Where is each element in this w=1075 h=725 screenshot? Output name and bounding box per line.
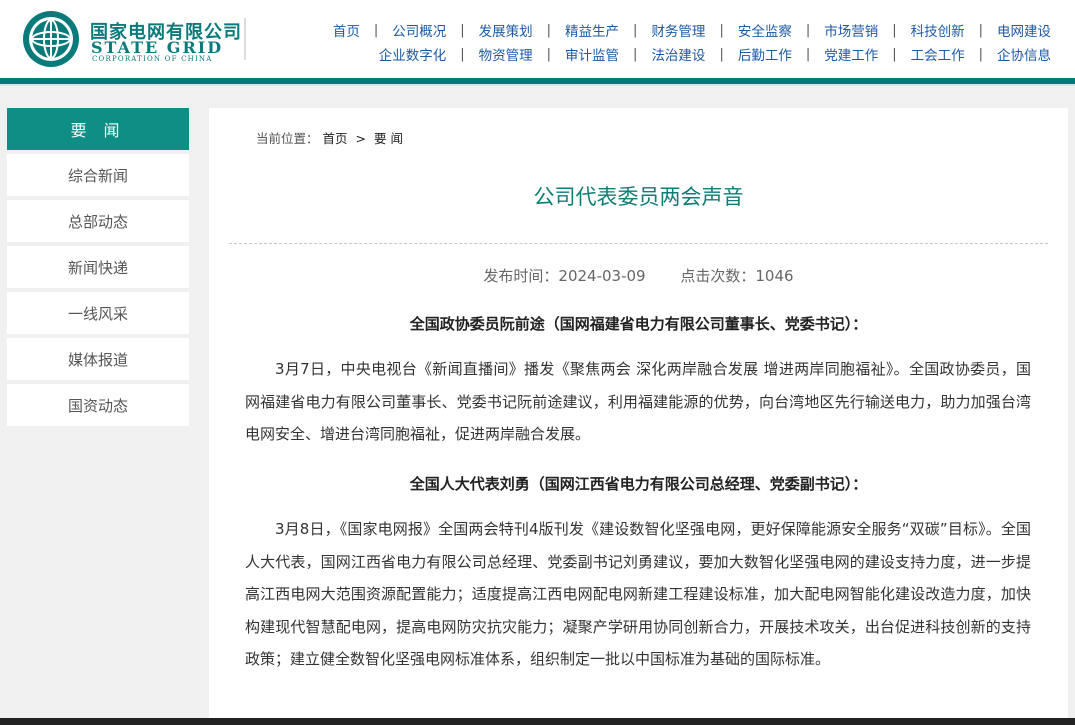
nav-separator: | xyxy=(373,22,379,38)
article-title: 公司代表委员两会声音 xyxy=(533,185,744,209)
nav-item-company-overview[interactable]: 公司概况 xyxy=(392,20,446,40)
main-nav-row-1: 首页 | 公司概况 | 发展策划 | 精益生产 | 财务管理 | 安全监察 | … xyxy=(333,20,1051,41)
nav-separator: | xyxy=(546,22,552,38)
nav-item-digitalization[interactable]: 企业数字化 xyxy=(379,44,447,64)
section-heading-2: 全国人大代表刘勇（国网江西省电力有限公司总经理、党委副书记）： xyxy=(409,475,868,493)
nav-separator: | xyxy=(719,46,724,62)
sidebar-item-frontline[interactable]: 一线风采 xyxy=(7,292,189,334)
section-heading-1: 全国政协委员阮前途（国网福建省电力有限公司董事长、党委书记）： xyxy=(409,315,868,333)
view-count: 点击次数：1046 xyxy=(680,267,794,285)
article-meta: 发布时间：2024-03-09 点击次数：1046 xyxy=(209,265,1068,286)
breadcrumb-arrow: > xyxy=(355,131,366,146)
logo-subtitle: CORPORATION OF CHINA xyxy=(92,55,213,63)
section-body-2: 3月8日，《国家电网报》全国两会特刊4版刊发《建设数智化坚强电网，更好保障能源安… xyxy=(245,520,1031,668)
sidebar: 要 闻 综合新闻 总部动态 新闻快递 一线风采 媒体报道 国资动态 xyxy=(7,108,189,430)
breadcrumb-home-link[interactable]: 首页 xyxy=(323,131,348,146)
sidebar-item-hq-updates[interactable]: 总部动态 xyxy=(7,200,189,242)
nav-item-home[interactable]: 首页 xyxy=(333,20,360,40)
nav-separator: | xyxy=(892,22,897,38)
section-body-1: 3月7日，中央电视台《新闻直播间》播发《聚焦两会 深化两岸融合发展 增进两岸同胞… xyxy=(245,360,1031,443)
nav-separator: | xyxy=(805,46,811,62)
nav-separator: | xyxy=(978,22,983,38)
nav-item-finance[interactable]: 财务管理 xyxy=(651,20,705,40)
sidebar-item-general-news[interactable]: 综合新闻 xyxy=(7,154,189,196)
publish-date: 发布时间：2024-03-09 xyxy=(483,267,646,285)
nav-item-safety-supervision[interactable]: 安全监察 xyxy=(738,20,792,40)
breadcrumb-prefix: 当前位置： xyxy=(256,131,319,146)
nav-item-innovation[interactable]: 科技创新 xyxy=(911,20,965,40)
nav-item-development-planning[interactable]: 发展策划 xyxy=(479,20,533,40)
nav-item-rule-of-law[interactable]: 法治建设 xyxy=(651,44,705,64)
nav-item-party-building[interactable]: 党建工作 xyxy=(824,44,878,64)
logo-divider xyxy=(244,18,246,60)
nav-item-association-info[interactable]: 企协信息 xyxy=(997,44,1051,64)
sidebar-item-media-reports[interactable]: 媒体报道 xyxy=(7,338,189,380)
nav-separator: | xyxy=(546,46,552,62)
nav-item-union[interactable]: 工会工作 xyxy=(911,44,965,64)
sidebar-title: 要 闻 xyxy=(7,108,189,150)
state-grid-logo-icon[interactable] xyxy=(22,10,80,68)
nav-item-materials[interactable]: 物资管理 xyxy=(479,44,533,64)
nav-item-marketing[interactable]: 市场营销 xyxy=(824,20,878,40)
nav-separator: | xyxy=(633,46,638,62)
main-nav-row-2: 企业数字化 | 物资管理 | 审计监管 | 法治建设 | 后勤工作 | 党建工作… xyxy=(379,44,1051,65)
sidebar-item-sasac-updates[interactable]: 国资动态 xyxy=(7,384,189,426)
nav-separator: | xyxy=(805,22,811,38)
header-shadow-line xyxy=(0,84,1075,86)
nav-separator: | xyxy=(460,46,465,62)
nav-item-lean-production[interactable]: 精益生产 xyxy=(565,20,619,40)
nav-item-logistics[interactable]: 后勤工作 xyxy=(738,44,792,64)
article-panel: 当前位置： 首页 > 要闻 公司代表委员两会声音 发布时间：2024-03-09… xyxy=(209,108,1068,725)
site-header: 国家电网有限公司 STATE GRID CORPORATION OF CHINA… xyxy=(0,0,1075,78)
nav-item-grid-construction[interactable]: 电网建设 xyxy=(997,20,1051,40)
nav-item-audit[interactable]: 审计监管 xyxy=(565,44,619,64)
nav-separator: | xyxy=(892,46,897,62)
nav-separator: | xyxy=(719,22,724,38)
nav-separator: | xyxy=(978,46,983,62)
nav-separator: | xyxy=(460,22,465,38)
title-divider xyxy=(229,243,1048,244)
window-bottom-edge xyxy=(0,718,1075,725)
nav-separator: | xyxy=(633,22,638,38)
breadcrumb-current[interactable]: 要闻 xyxy=(374,131,407,146)
sidebar-item-news-express[interactable]: 新闻快递 xyxy=(7,246,189,288)
breadcrumb: 当前位置： 首页 > 要闻 xyxy=(256,128,407,147)
